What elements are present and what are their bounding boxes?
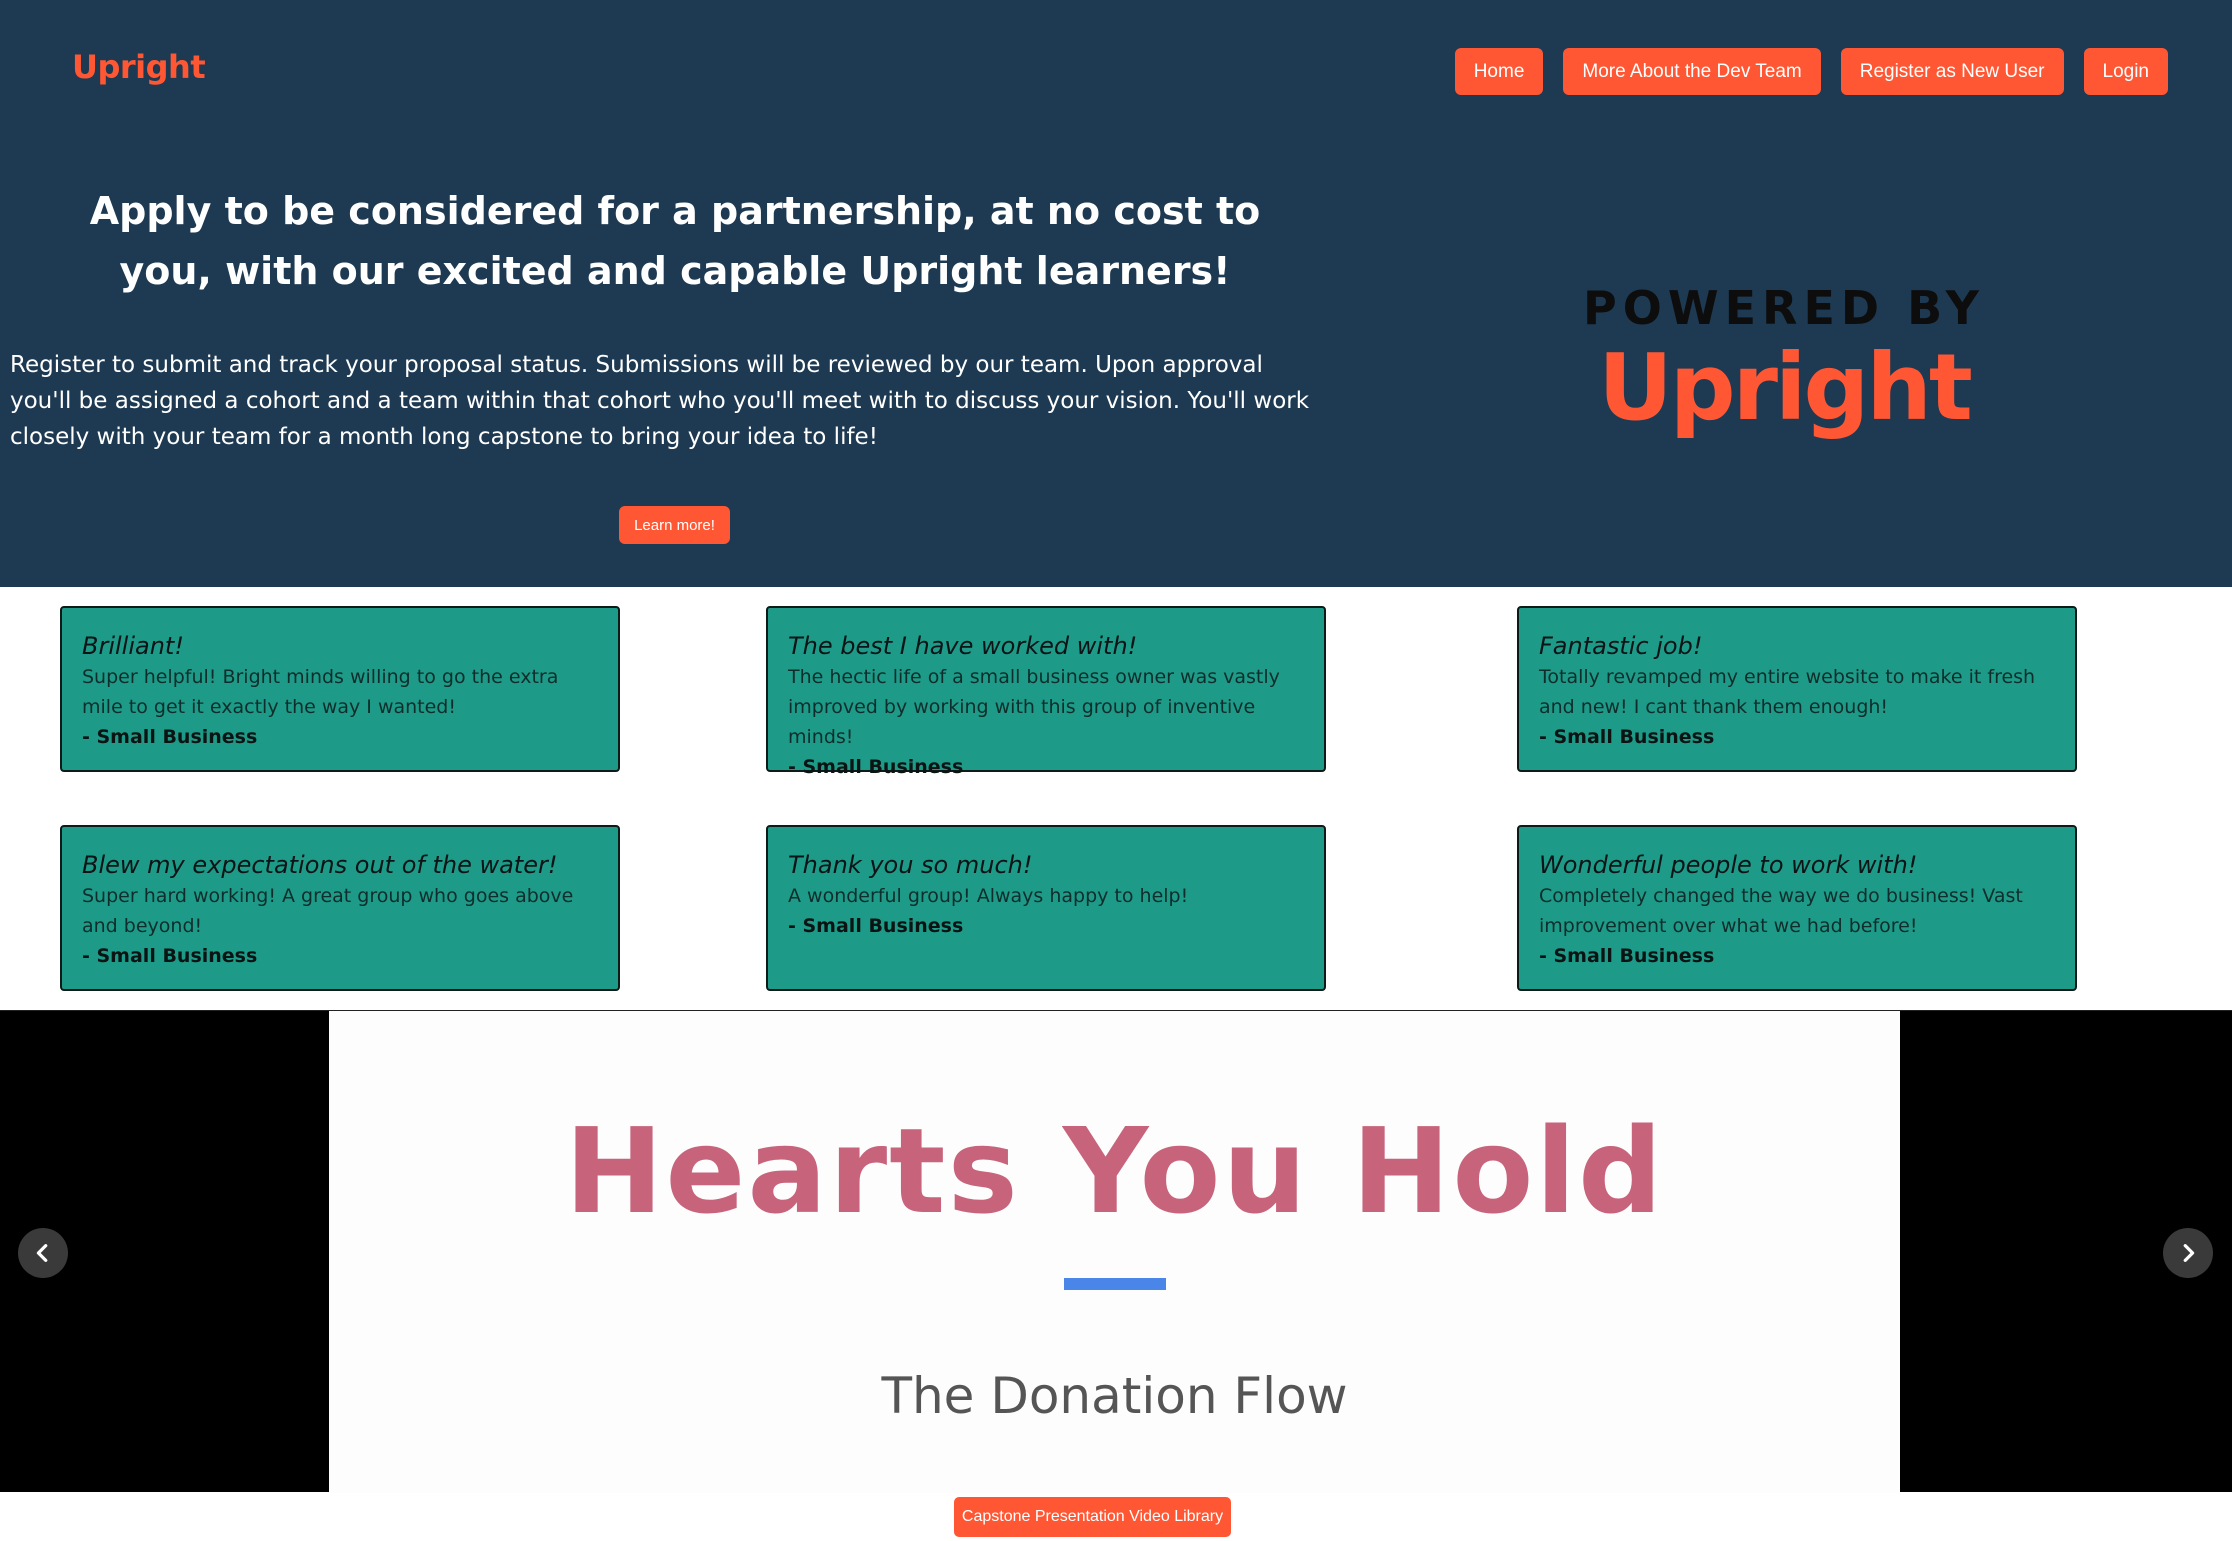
testimonial-author: - Small Business (82, 945, 258, 967)
nav-login-button[interactable]: Login (2083, 48, 2168, 95)
testimonial-body: Totally revamped my entire website to ma… (1539, 666, 2036, 718)
testimonial-author: - Small Business (788, 756, 964, 778)
testimonial-title: Brilliant! (82, 632, 184, 660)
testimonial-card: The best I have worked with! The hectic … (766, 606, 1326, 778)
testimonial-card: Brilliant! Super helpful! Bright minds w… (60, 606, 620, 772)
chevron-left-icon (36, 1244, 48, 1262)
testimonial-title: The best I have worked with! (788, 632, 1138, 660)
testimonial-title: Blew my expectations out of the water! (82, 851, 558, 879)
testimonial-title: Thank you so much! (788, 851, 1033, 879)
hero-headline: Apply to be considered for a partnership… (89, 189, 1261, 293)
testimonial-author: - Small Business (1539, 726, 1715, 748)
top-nav: Home More About the Dev Team Register as… (1454, 48, 2168, 95)
carousel-slide[interactable]: Hearts You Hold The Donation Flow (329, 1011, 1900, 1493)
testimonial-author: - Small Business (788, 915, 964, 937)
testimonial-card: Blew my expectations out of the water! S… (60, 825, 620, 991)
testimonial-body: The hectic life of a small business owne… (788, 666, 1280, 748)
testimonial-body: Completely changed the way we do busines… (1539, 885, 2023, 937)
testimonial-body: A wonderful group! Always happy to help! (788, 885, 1189, 907)
testimonial-card: Wonderful people to work with! Completel… (1517, 825, 2077, 991)
testimonial-author: - Small Business (82, 726, 258, 748)
slide-divider (1064, 1278, 1166, 1290)
learn-more-button[interactable]: Learn more! (619, 506, 730, 544)
powered-by-label: POWERED BY (1583, 281, 1985, 335)
testimonial-body: Super hard working! A great group who go… (82, 885, 574, 937)
nav-dev-team-button[interactable]: More About the Dev Team (1563, 48, 1821, 95)
video-carousel: Hearts You Hold The Donation Flow (0, 1010, 2232, 1493)
carousel-next-button[interactable] (2163, 1228, 2213, 1278)
powered-by-logo: POWERED BY Upright (1580, 278, 1988, 438)
testimonial-title: Fantastic job! (1539, 632, 1703, 660)
chevron-right-icon (2183, 1244, 2195, 1262)
video-library-button[interactable]: Capstone Presentation Video Library (954, 1497, 1231, 1537)
hero-intro: Register to submit and track your propos… (10, 352, 1310, 450)
hero-section: Upright Home More About the Dev Team Reg… (0, 0, 2232, 587)
carousel-prev-button[interactable] (18, 1228, 68, 1278)
slide-subtitle: The Donation Flow (881, 1367, 1348, 1425)
brand-logo[interactable]: Upright (72, 48, 206, 86)
nav-home-button[interactable]: Home (1454, 48, 1544, 95)
testimonial-card: Thank you so much! A wonderful group! Al… (766, 825, 1326, 991)
slide-title: Hearts You Hold (564, 1102, 1665, 1240)
nav-register-button[interactable]: Register as New User (1840, 48, 2064, 95)
testimonial-title: Wonderful people to work with! (1539, 851, 1918, 879)
testimonial-author: - Small Business (1539, 945, 1715, 967)
testimonial-body: Super helpful! Bright minds willing to g… (82, 666, 559, 718)
powered-by-brand: Upright (1598, 334, 1973, 441)
testimonial-card: Fantastic job! Totally revamped my entir… (1517, 606, 2077, 772)
